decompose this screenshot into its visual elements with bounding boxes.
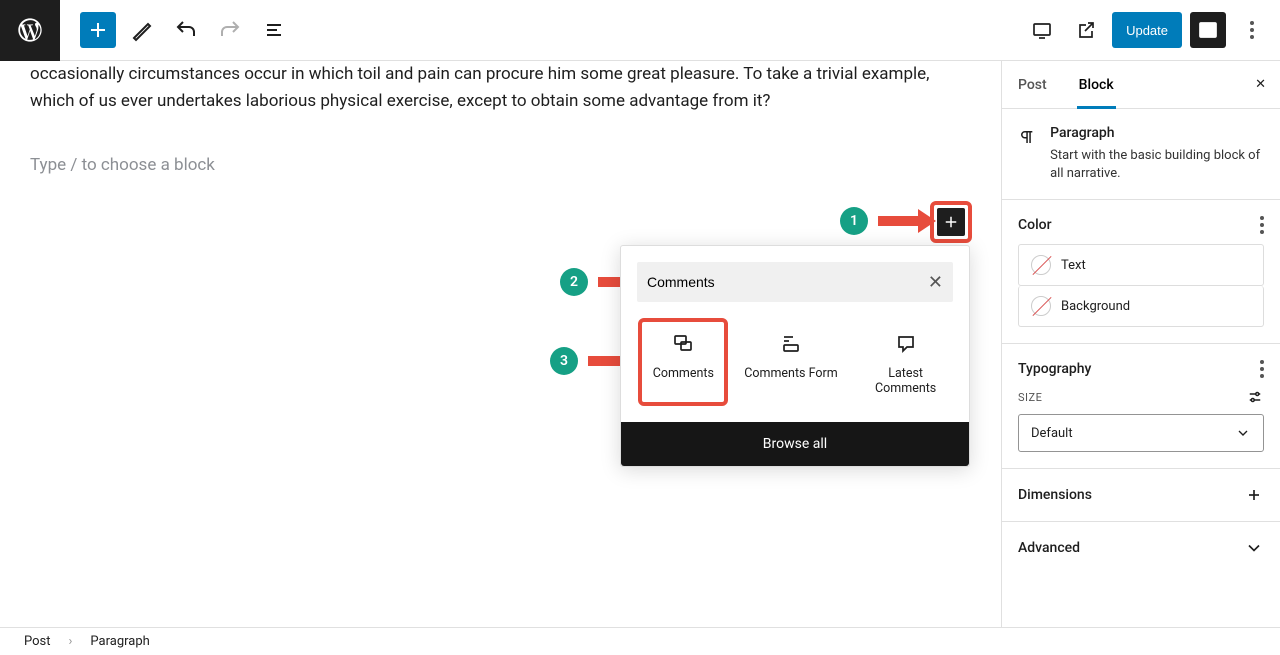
undo-button[interactable]	[168, 12, 204, 48]
annotation-1: 1	[840, 207, 936, 235]
tab-block[interactable]: Block	[1063, 61, 1130, 108]
view-button[interactable]	[1024, 12, 1060, 48]
document-overview-button[interactable]	[256, 12, 292, 48]
typography-panel-heading: Typography	[1018, 361, 1091, 377]
sidebar-toggle-button[interactable]	[1190, 12, 1226, 48]
block-option-label: Latest Comments	[858, 366, 954, 396]
empty-swatch-icon	[1031, 255, 1051, 275]
chevron-down-icon	[1244, 538, 1264, 558]
wordpress-logo[interactable]	[0, 0, 60, 61]
inserter-search-input[interactable]	[647, 274, 928, 290]
text-color-row[interactable]: Text	[1018, 244, 1264, 286]
editor-canvas[interactable]: occasionally circumstances occur in whic…	[0, 61, 1001, 627]
block-option-label: Comments Form	[744, 366, 837, 381]
empty-swatch-icon	[1031, 296, 1051, 316]
browse-all-button[interactable]: Browse all	[621, 422, 969, 466]
block-option-comments-form[interactable]: Comments Form	[739, 318, 843, 406]
breadcrumb: Post › Paragraph	[0, 627, 1280, 655]
tab-post[interactable]: Post	[1002, 61, 1063, 108]
breadcrumb-post[interactable]: Post	[24, 634, 51, 649]
font-size-value: Default	[1031, 426, 1073, 441]
size-label: SIZE	[1018, 391, 1042, 404]
block-title: Paragraph	[1050, 125, 1264, 141]
topbar-right-tools: Update	[1024, 12, 1280, 48]
annotation-badge-3: 3	[550, 347, 578, 375]
breadcrumb-paragraph[interactable]: Paragraph	[90, 634, 149, 649]
update-button[interactable]: Update	[1112, 12, 1182, 48]
typography-options-icon[interactable]	[1260, 360, 1264, 378]
advanced-heading: Advanced	[1018, 540, 1080, 556]
breadcrumb-separator-icon: ›	[69, 634, 73, 649]
block-option-label: Comments	[653, 366, 714, 381]
tools-button[interactable]	[124, 12, 160, 48]
background-color-row[interactable]: Background	[1018, 286, 1264, 327]
settings-sidebar: Post Block ✕ Paragraph Start with the ba…	[1001, 61, 1280, 627]
annotation-highlight-1	[930, 201, 972, 243]
block-appender-placeholder[interactable]: Type / to choose a block	[30, 155, 215, 175]
background-color-label: Background	[1061, 299, 1130, 314]
dimensions-panel[interactable]: Dimensions	[1002, 469, 1280, 522]
quick-inserter-popover: ✕ Comments Comments Form Latest Comments…	[620, 245, 970, 467]
size-settings-icon[interactable]	[1246, 388, 1264, 406]
font-size-select[interactable]: Default	[1018, 414, 1264, 452]
topbar: Update	[0, 0, 1280, 61]
options-button[interactable]	[1234, 12, 1270, 48]
add-block-button[interactable]	[937, 208, 965, 236]
clear-search-icon[interactable]: ✕	[928, 272, 943, 293]
paragraph-block[interactable]: occasionally circumstances occur in whic…	[30, 61, 930, 115]
redo-button[interactable]	[212, 12, 248, 48]
chevron-down-icon	[1235, 425, 1251, 441]
dimensions-heading: Dimensions	[1018, 487, 1092, 503]
color-options-icon[interactable]	[1260, 216, 1264, 234]
color-panel-heading: Color	[1018, 217, 1052, 233]
text-color-label: Text	[1061, 258, 1086, 273]
topbar-left-tools	[60, 12, 292, 48]
annotation-badge-1: 1	[840, 207, 868, 235]
block-option-latest-comments[interactable]: Latest Comments	[854, 318, 958, 406]
annotation-badge-2: 2	[560, 268, 588, 296]
external-link-button[interactable]	[1068, 12, 1104, 48]
advanced-panel[interactable]: Advanced	[1002, 522, 1280, 574]
paragraph-icon	[1018, 125, 1036, 149]
block-option-comments[interactable]: Comments	[638, 318, 728, 406]
inserter-search-row: ✕	[637, 262, 953, 302]
close-sidebar-icon[interactable]: ✕	[1241, 77, 1280, 92]
plus-icon	[1244, 485, 1264, 505]
block-description: Start with the basic building block of a…	[1050, 147, 1264, 183]
toggle-inserter-button[interactable]	[80, 12, 116, 48]
